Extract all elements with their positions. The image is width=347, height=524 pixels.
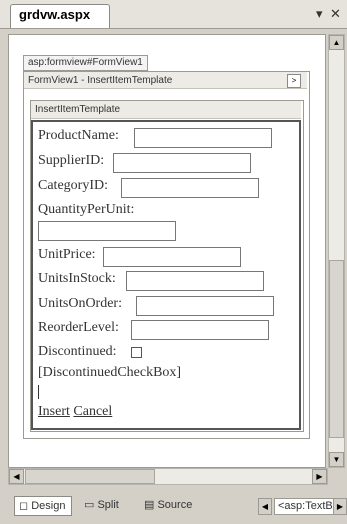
field-label-productname: ProductName: <box>38 128 119 143</box>
template-body[interactable]: ProductName: SupplierID: CategoryID: Qua… <box>31 120 301 430</box>
close-icon[interactable]: ✕ <box>330 6 341 22</box>
field-label-discontinued: Discontinued: <box>38 344 117 359</box>
insert-link[interactable]: Insert <box>38 404 70 419</box>
document-tab-bar: grdvw.aspx ▾ ✕ <box>0 0 347 29</box>
source-view-label: Source <box>157 499 193 511</box>
design-icon: ◻ <box>19 500 29 512</box>
split-view-label: Split <box>97 499 119 511</box>
editor-window: grdvw.aspx ▾ ✕ asp:formview#FormView1 Fo… <box>0 0 347 524</box>
smart-tag-button[interactable]: > <box>287 74 301 88</box>
field-label-quantityperunit: QuantityPerUnit: <box>38 202 135 217</box>
design-view-button[interactable]: ◻ Design <box>14 496 72 516</box>
breadcrumb-left-arrow-icon[interactable]: ◀ <box>258 498 272 515</box>
supplierid-textbox[interactable] <box>113 153 251 173</box>
split-view-button[interactable]: ▭ Split <box>80 496 132 516</box>
scroll-down-arrow-icon[interactable]: ▼ <box>329 452 344 467</box>
field-label-unitsinstock: UnitsInStock: <box>38 271 116 286</box>
tag-breadcrumb[interactable]: <asp:TextB <box>274 498 337 515</box>
discontinued-checkbox-placeholder: [DiscontinuedCheckBox] <box>38 365 182 380</box>
horizontal-scroll-thumb[interactable] <box>25 469 155 484</box>
template-container: InsertItemTemplate ProductName: Supplier… <box>30 100 304 432</box>
scroll-up-arrow-icon[interactable]: ▲ <box>329 35 344 50</box>
field-label-supplierid: SupplierID: <box>38 153 105 168</box>
unitsonorder-textbox[interactable] <box>136 296 274 316</box>
breadcrumb-right-arrow-icon[interactable]: ▶ <box>333 498 347 515</box>
template-header: InsertItemTemplate <box>31 101 301 119</box>
document-tab[interactable]: grdvw.aspx <box>10 4 110 28</box>
reorderlevel-textbox[interactable] <box>131 320 269 340</box>
vertical-scroll-thumb[interactable] <box>329 260 344 438</box>
tab-menu-icon[interactable]: ▾ <box>316 6 323 22</box>
categoryid-textbox[interactable] <box>121 178 259 198</box>
action-links: Insert Cancel <box>38 404 112 420</box>
field-label-unitsonorder: UnitsOnOrder: <box>38 296 122 311</box>
scroll-left-arrow-icon[interactable]: ◀ <box>9 469 24 484</box>
source-icon: ▤ <box>144 499 155 511</box>
vertical-scrollbar[interactable]: ▲ ▼ <box>328 34 345 468</box>
formview-header: FormView1 - InsertItemTemplate <box>24 72 307 89</box>
text-caret <box>38 385 39 399</box>
formview-control[interactable]: FormView1 - InsertItemTemplate > InsertI… <box>23 71 310 439</box>
view-switcher-bar: ◻ Design ▭ Split ▤ Source ◀ <asp:TextB ▶ <box>0 488 347 524</box>
formview-tag[interactable]: asp:formview#FormView1 <box>23 55 148 71</box>
discontinued-checkbox[interactable] <box>131 347 142 358</box>
productname-textbox[interactable] <box>134 128 272 148</box>
field-label-reorderlevel: ReorderLevel: <box>38 320 119 335</box>
unitprice-textbox[interactable] <box>103 247 241 267</box>
field-label-unitprice: UnitPrice: <box>38 247 96 262</box>
cancel-link[interactable]: Cancel <box>73 404 112 419</box>
unitsinstock-textbox[interactable] <box>126 271 264 291</box>
design-view-label: Design <box>31 500 66 512</box>
horizontal-scrollbar[interactable]: ◀ ▶ <box>8 468 328 485</box>
source-view-button[interactable]: ▤ Source <box>140 496 200 516</box>
field-label-categoryid: CategoryID: <box>38 178 108 193</box>
split-icon: ▭ <box>84 499 95 511</box>
scroll-right-arrow-icon[interactable]: ▶ <box>312 469 327 484</box>
design-surface: asp:formview#FormView1 FormView1 - Inser… <box>8 34 326 468</box>
quantityperunit-textbox[interactable] <box>38 221 176 241</box>
